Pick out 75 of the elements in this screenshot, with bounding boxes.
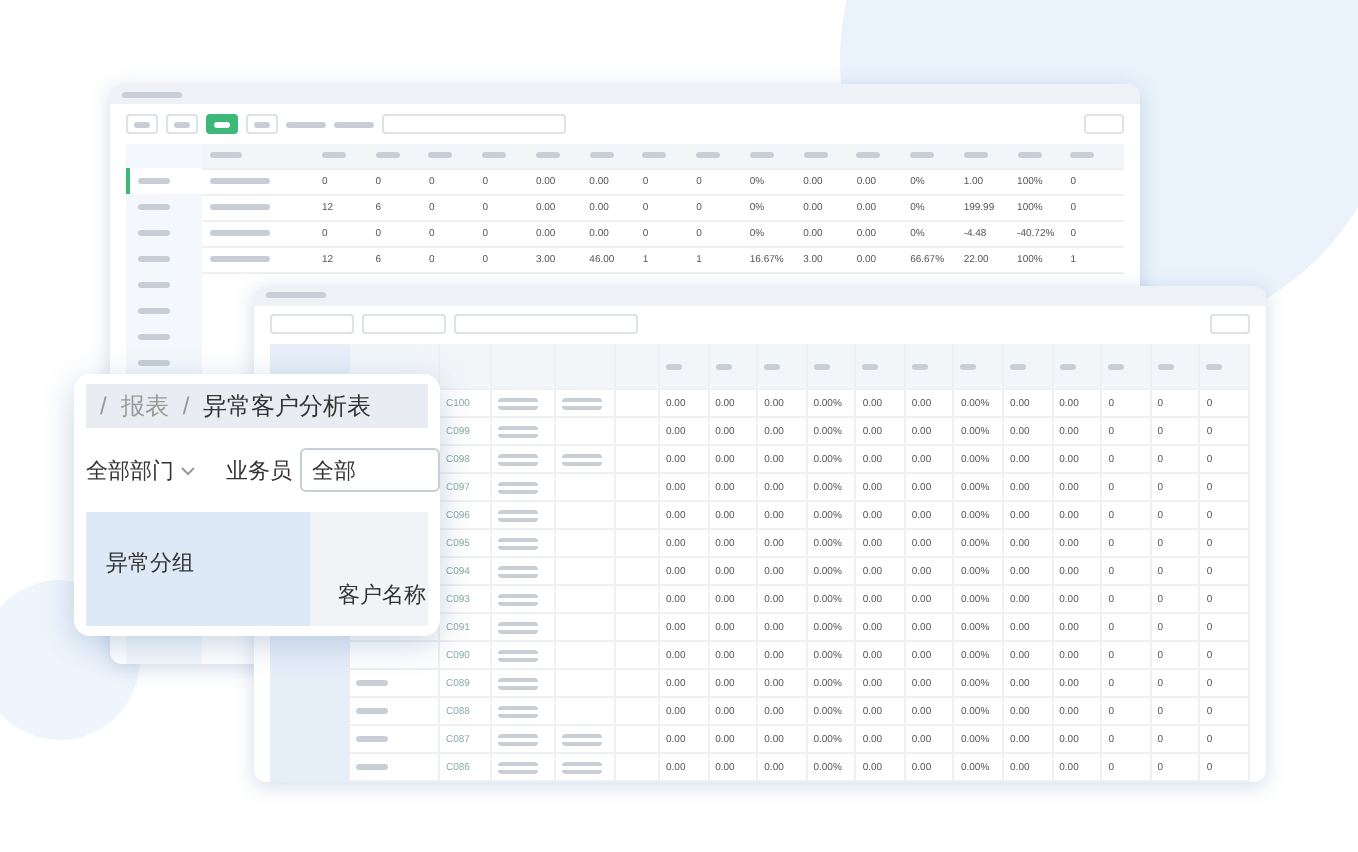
blurred-text <box>1108 363 1125 369</box>
blurred-text <box>498 677 538 689</box>
blurred-text <box>911 363 928 369</box>
blurred-text <box>498 621 538 633</box>
sidebar-item[interactable] <box>126 168 202 194</box>
blurred-text <box>210 152 242 158</box>
blurred-text <box>498 481 538 493</box>
blurred-text <box>1206 363 1223 369</box>
blurred-text <box>696 152 721 158</box>
chevron-down-icon <box>180 465 196 475</box>
blurred-text <box>562 397 602 409</box>
blurred-text <box>210 230 270 236</box>
blurred-text <box>963 152 988 158</box>
blurred-text <box>535 152 560 158</box>
blurred-text <box>749 152 774 158</box>
blurred-text <box>715 363 732 369</box>
blurred-text <box>666 363 682 369</box>
search-field[interactable] <box>454 314 638 335</box>
blurred-text <box>498 593 538 605</box>
blurred-text <box>589 152 614 158</box>
blurred-text <box>122 91 182 97</box>
breadcrumb-separator: / <box>182 392 190 420</box>
blurred-text <box>375 152 400 158</box>
blurred-text <box>210 178 270 184</box>
dropdown-field[interactable] <box>362 314 446 335</box>
field-label: 业务员 <box>226 457 294 485</box>
blurred-text <box>642 152 667 158</box>
blurred-text <box>498 537 538 549</box>
blurred-text <box>856 152 881 158</box>
blurred-text <box>498 425 538 437</box>
blurred-text <box>210 204 270 210</box>
blurred-text <box>862 363 879 369</box>
dropdown-field[interactable] <box>270 314 354 335</box>
blurred-text <box>286 121 326 127</box>
blurred-text <box>1070 152 1095 158</box>
blurred-text <box>498 705 538 717</box>
blurred-text <box>210 256 270 262</box>
blurred-text <box>498 733 538 745</box>
blurred-text <box>266 292 326 299</box>
salesman-field[interactable]: 全部 <box>300 448 440 492</box>
blurred-text <box>482 152 507 158</box>
column-header: 异常分组 <box>106 552 194 576</box>
export-button[interactable] <box>1084 114 1124 134</box>
blurred-text <box>498 761 538 773</box>
blurred-text <box>1157 363 1174 369</box>
blurred-text <box>498 397 538 409</box>
blurred-text <box>498 565 538 577</box>
blurred-text <box>562 733 602 745</box>
blurred-text <box>498 649 538 661</box>
column-header: 客户名称 <box>338 581 426 610</box>
blurred-text <box>498 509 538 521</box>
blurred-text <box>562 453 602 465</box>
blurred-text <box>322 152 346 158</box>
blurred-text <box>334 121 374 127</box>
blurred-text <box>910 152 935 158</box>
blurred-text <box>356 736 388 742</box>
blurred-text <box>1010 363 1027 369</box>
blurred-text <box>960 363 977 369</box>
department-dropdown[interactable]: 全部部门 <box>86 455 226 485</box>
blurred-text <box>1059 363 1076 369</box>
blurred-text <box>498 453 538 465</box>
search-field[interactable] <box>382 114 566 134</box>
blurred-text <box>356 764 388 770</box>
blurred-text <box>803 152 828 158</box>
blurred-text <box>813 363 830 369</box>
blurred-text <box>356 708 388 714</box>
period-tab[interactable] <box>206 114 238 134</box>
blurred-text <box>428 152 453 158</box>
blurred-text <box>356 680 388 686</box>
blurred-text <box>764 363 781 369</box>
blurred-text <box>1017 152 1042 158</box>
blurred-text <box>562 761 602 773</box>
breadcrumb-separator: / <box>100 392 107 420</box>
export-button[interactable] <box>1210 314 1250 335</box>
breadcrumb-link[interactable]: 异常客户分析表 <box>203 389 372 423</box>
